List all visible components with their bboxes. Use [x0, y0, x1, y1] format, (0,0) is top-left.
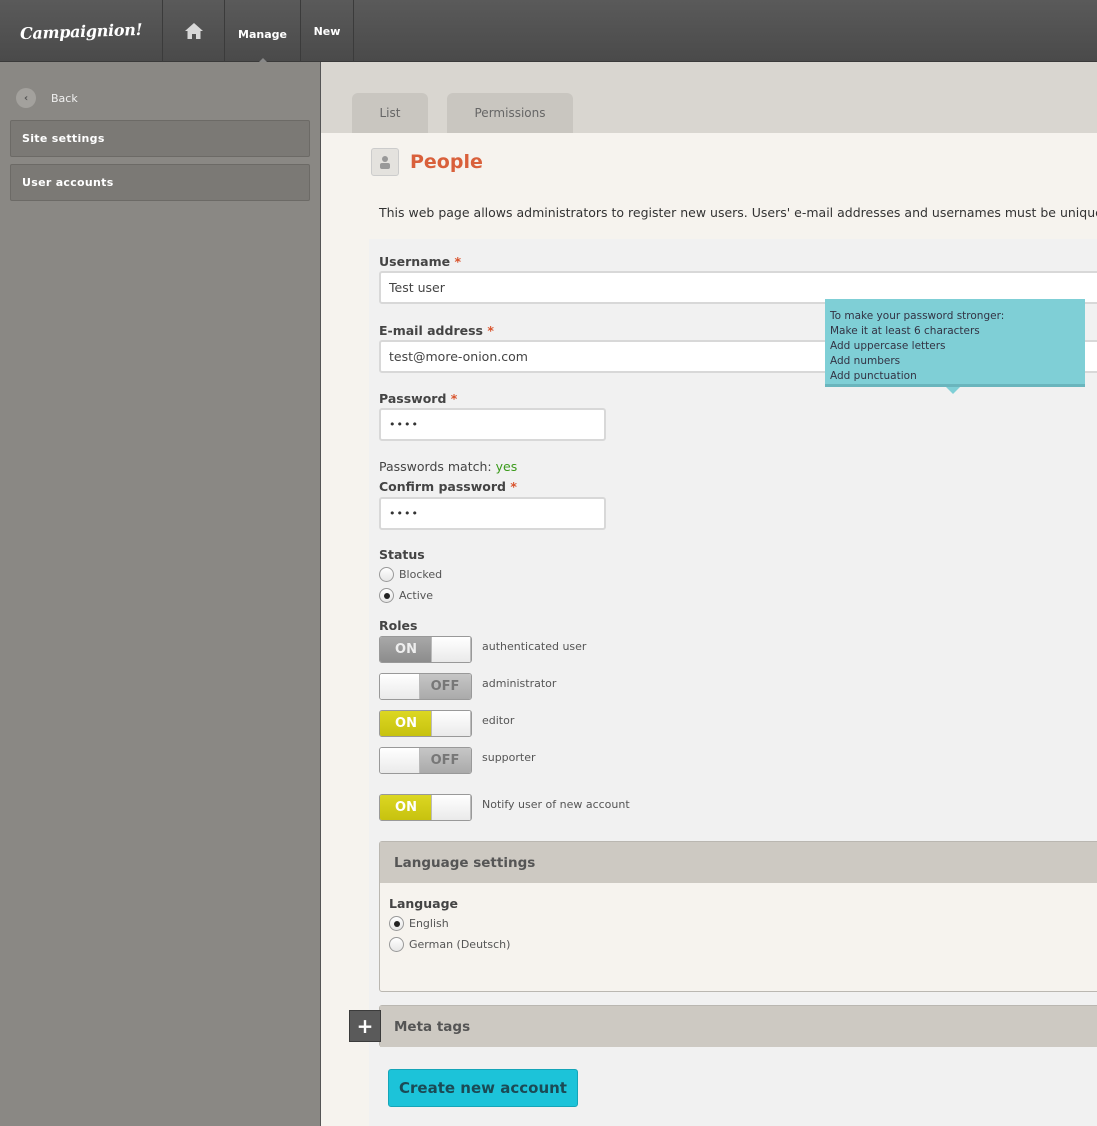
tab-list[interactable]: List	[352, 93, 428, 133]
tab-strip: List Permissions	[321, 62, 1097, 133]
username-label: Username *	[379, 254, 461, 269]
role-label-authenticated-user: authenticated user	[482, 640, 587, 653]
status-radio-active[interactable]: Active	[379, 588, 433, 603]
status-radio-blocked[interactable]: Blocked	[379, 567, 442, 582]
meta-tags-legend[interactable]: Meta tags	[380, 1006, 1097, 1047]
password-strength-tooltip: To make your password stronger: Make it …	[825, 299, 1085, 387]
role-label-supporter: supporter	[482, 751, 536, 764]
email-label: E-mail address *	[379, 323, 494, 338]
toggle-editor[interactable]: ON	[379, 710, 472, 737]
confirm-password-input[interactable]: ••••	[379, 497, 606, 530]
password-label: Password *	[379, 391, 458, 406]
language-settings-legend[interactable]: Language settings	[380, 842, 1097, 883]
nav-manage[interactable]: Manage	[225, 0, 301, 63]
meta-tags-fieldset: Meta tags	[379, 1005, 1097, 1047]
language-radio-german[interactable]: German (Deutsch)	[389, 937, 510, 952]
tab-permissions[interactable]: Permissions	[447, 93, 573, 133]
plus-icon[interactable]: +	[349, 1010, 381, 1042]
role-label-editor: editor	[482, 714, 515, 727]
sidebar: ‹ Back Site settings User accounts	[0, 62, 321, 1126]
password-input[interactable]: ••••	[379, 408, 606, 441]
role-label-administrator: administrator	[482, 677, 557, 690]
page-title: People	[410, 151, 483, 173]
top-bar: Campaignion! Manage New	[0, 0, 1097, 63]
back-link[interactable]: ‹ Back	[16, 88, 78, 108]
home-icon	[184, 23, 203, 39]
toggle-administrator[interactable]: OFF	[379, 673, 472, 700]
notify-label: Notify user of new account	[482, 798, 630, 811]
nav-new[interactable]: New	[301, 0, 354, 62]
chevron-left-icon: ‹	[16, 88, 36, 108]
nav-home-button[interactable]	[163, 0, 225, 62]
sidebar-item-site-settings[interactable]: Site settings	[10, 120, 310, 157]
confirm-password-label: Confirm password *	[379, 479, 517, 494]
password-match-indicator: Passwords match: yes	[379, 459, 518, 474]
roles-label: Roles	[379, 618, 418, 633]
sidebar-item-user-accounts[interactable]: User accounts	[10, 164, 310, 201]
create-account-button[interactable]: Create new account	[388, 1069, 578, 1107]
language-settings-fieldset: Language settings	[379, 841, 1097, 992]
toggle-authenticated-user[interactable]: ON	[379, 636, 472, 663]
language-radio-english[interactable]: English	[389, 916, 449, 931]
status-label: Status	[379, 547, 425, 562]
main-content: List Permissions People This web page al…	[321, 62, 1097, 1126]
page-intro: This web page allows administrators to r…	[379, 205, 1097, 220]
logo[interactable]: Campaignion!	[0, 0, 163, 62]
tooltip-arrow	[946, 387, 960, 394]
toggle-supporter[interactable]: OFF	[379, 747, 472, 774]
language-label: Language	[389, 896, 459, 911]
person-icon	[371, 148, 399, 176]
toggle-notify-user[interactable]: ON	[379, 794, 472, 821]
